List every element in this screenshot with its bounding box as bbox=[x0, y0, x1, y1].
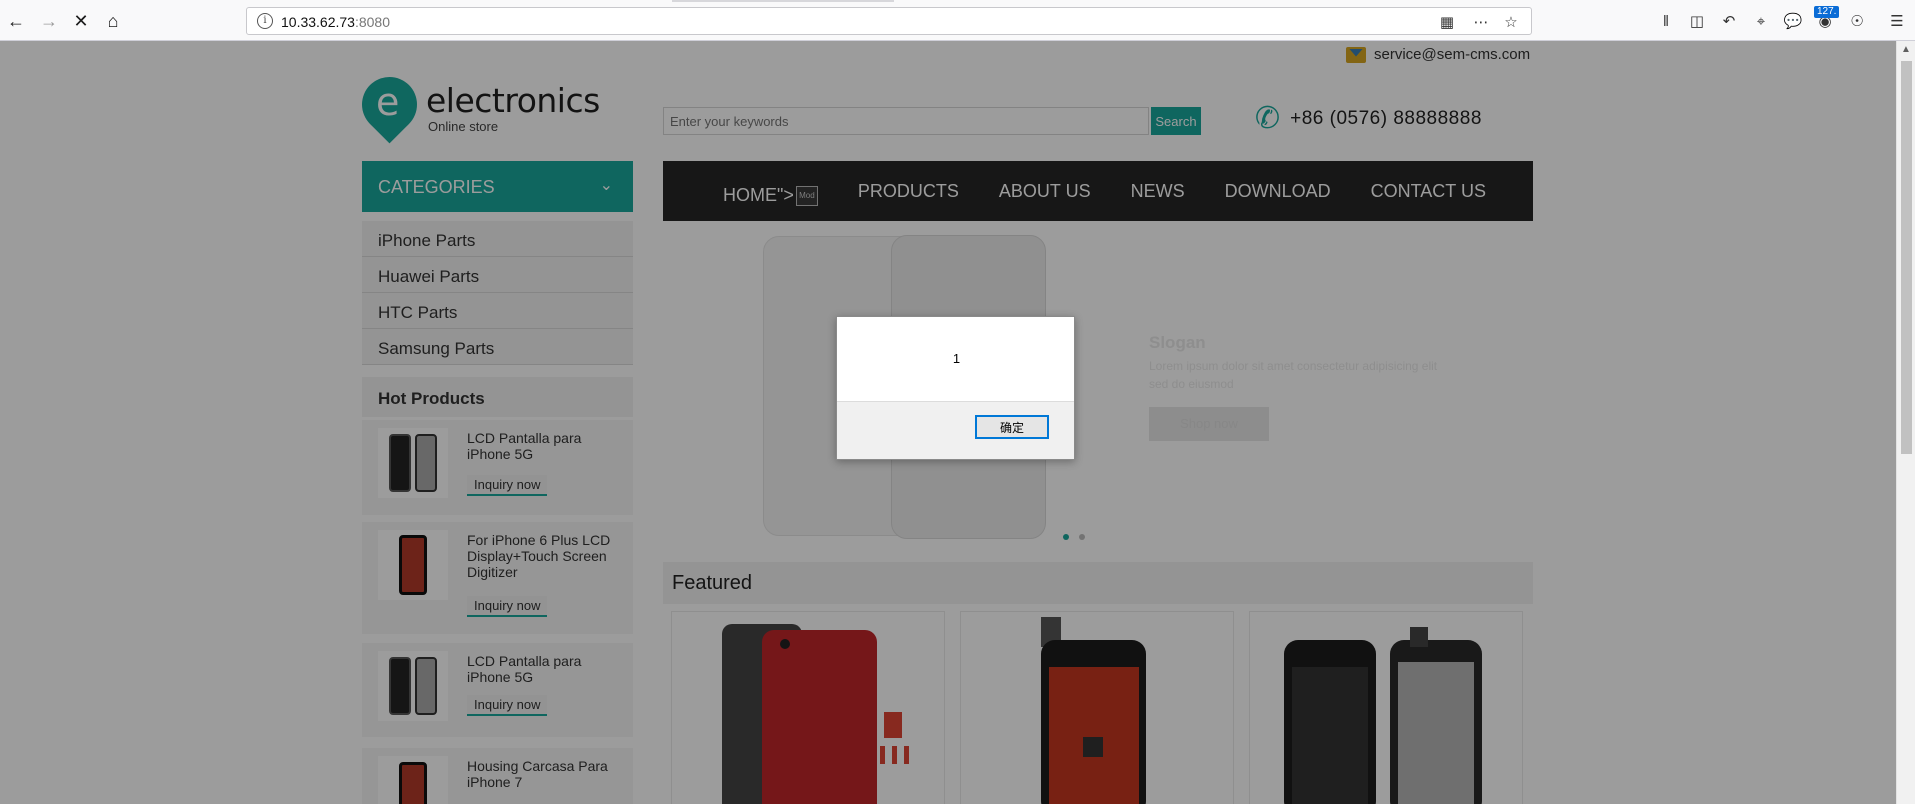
qr-code-icon[interactable]: ▦ bbox=[1437, 12, 1457, 32]
undo-icon[interactable]: ↶ bbox=[1718, 10, 1740, 32]
address-bar[interactable]: i 10.33.62.73:8080 ▦ ⋯ ☆ bbox=[246, 7, 1532, 35]
back-icon[interactable]: ← bbox=[3, 8, 29, 34]
library-icon[interactable]: ‖ bbox=[1655, 10, 1677, 32]
screenshot-crop-icon[interactable]: ⌖ bbox=[1750, 10, 1772, 32]
notification-badge: 127. bbox=[1814, 6, 1840, 18]
alert-footer: 确定 bbox=[837, 401, 1074, 459]
alert-dialog: 1 确定 bbox=[836, 316, 1075, 460]
url-text[interactable]: 10.33.62.73:8080 bbox=[281, 14, 390, 30]
home-icon[interactable]: ⌂ bbox=[100, 8, 126, 34]
alert-message: 1 bbox=[952, 351, 961, 366]
sidebar-icon[interactable]: ◫ bbox=[1686, 10, 1708, 32]
browser-toolbar: ← → ✕ ⌂ i 10.33.62.73:8080 ▦ ⋯ ☆ ‖ ◫ ↶ ⌖… bbox=[0, 0, 1915, 41]
scrollbar-thumb[interactable] bbox=[1901, 61, 1912, 454]
bookmark-star-icon[interactable]: ☆ bbox=[1501, 12, 1521, 32]
page-actions-icon[interactable]: ⋯ bbox=[1471, 12, 1491, 32]
menu-icon[interactable]: ☰ bbox=[1886, 10, 1908, 32]
forward-icon[interactable]: → bbox=[36, 8, 62, 34]
ok-button[interactable]: 确定 bbox=[975, 415, 1049, 439]
stop-loading-icon[interactable]: ✕ bbox=[68, 8, 94, 34]
page-scrollbar[interactable]: ▲ bbox=[1896, 41, 1915, 804]
site-info-icon[interactable]: i bbox=[257, 13, 273, 29]
account-icon[interactable]: ☉ bbox=[1846, 10, 1868, 32]
tab-indicator-left bbox=[672, 0, 894, 2]
chat-icon[interactable]: 💬 bbox=[1782, 10, 1804, 32]
scroll-up-icon[interactable]: ▲ bbox=[1901, 44, 1911, 55]
